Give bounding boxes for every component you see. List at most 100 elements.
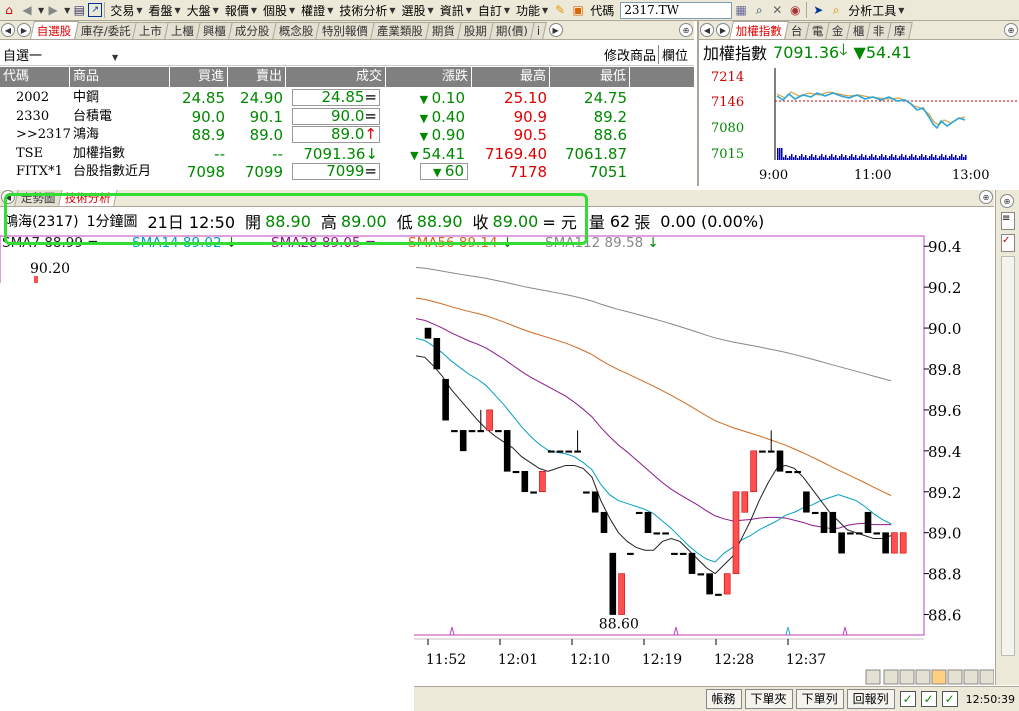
next-tab-icon[interactable]: ▶ — [17, 23, 31, 37]
menu-screener[interactable]: 選股 ▼ — [399, 1, 437, 20]
col-header-high[interactable]: 最高 — [472, 67, 550, 87]
home-icon[interactable]: ⌂ — [0, 2, 18, 19]
chart-tool-button[interactable] — [865, 669, 881, 685]
candle-body — [891, 532, 898, 554]
search-icon[interactable]: ⌕ — [750, 2, 768, 19]
prev-tab-icon[interactable]: ◀ — [700, 23, 714, 37]
cell-change: ▼ 0.10 — [392, 89, 468, 107]
chart-tool-button[interactable] — [963, 669, 979, 685]
vertical-scrollbar[interactable] — [1001, 256, 1015, 656]
clock: 12:50:39 — [965, 692, 1015, 706]
tab-msci[interactable]: 摩 — [886, 22, 912, 39]
chart-tool-button[interactable] — [931, 669, 947, 685]
list-icon[interactable]: ≡ — [1001, 212, 1015, 230]
zoom-icon[interactable]: ⊕ — [679, 23, 693, 37]
index-volume-bar — [959, 156, 961, 160]
forward-icon[interactable]: ▶ — [44, 2, 62, 19]
check-icon[interactable]: ✓ — [1001, 234, 1015, 252]
index-volume-bar — [845, 155, 847, 160]
order-folder-button[interactable]: 下單夾 — [744, 689, 793, 709]
chevron-down-icon: ▼ — [112, 53, 119, 62]
account-button[interactable]: 帳務 — [705, 689, 742, 709]
menu-label: 資訊 — [439, 3, 464, 18]
prev-tab-icon[interactable]: ◀ — [1, 23, 15, 37]
tab-industry[interactable]: 產業類股 — [370, 22, 431, 39]
chart-tool-button[interactable] — [915, 669, 931, 685]
menu-label: 功能 — [516, 3, 541, 18]
x-tick-label: 12:37 — [786, 652, 826, 668]
analysis-tools-menu[interactable]: 分析工具 ▼ — [845, 1, 907, 20]
index-volume-bar — [907, 158, 909, 160]
col-header-bid[interactable]: 買進 — [170, 67, 228, 87]
chart-tool-button[interactable] — [899, 669, 915, 685]
checkbox-icon[interactable]: ✓ — [941, 691, 958, 707]
back-icon[interactable]: ◀ — [18, 2, 36, 19]
tab-special[interactable]: 特別報價 — [315, 22, 376, 39]
menu-trade[interactable]: 交易 ▼ — [107, 1, 145, 20]
table-row[interactable]: 2002 中鋼 24.85 24.90 25.10 24.75 24.85= ▼ 0.10 — [0, 89, 694, 107]
candle-body — [697, 573, 705, 576]
col-header-ask[interactable]: 賣出 — [228, 67, 286, 87]
memo-icon[interactable]: ▣ — [569, 2, 587, 19]
col-header-name[interactable]: 商品 — [70, 67, 170, 87]
tab-more[interactable]: i — [530, 22, 548, 39]
zoom-icon[interactable]: ⊕ — [1004, 23, 1018, 37]
tab-components[interactable]: 成分股 — [228, 22, 277, 39]
menu-watch[interactable]: 看盤 ▼ — [145, 1, 183, 20]
checkbox-icon[interactable]: ✓ — [920, 691, 937, 707]
tab-inventory[interactable]: 庫存/委託 — [73, 22, 138, 39]
report-bar-button[interactable]: 回報列 — [846, 689, 895, 709]
pencil-icon[interactable]: ✎ — [551, 2, 569, 19]
tab-options[interactable]: 期(價) — [489, 22, 536, 39]
table-row[interactable]: FITX*1 台股指數近月 7098 7099 7178 7051 7099= ▼ 60 — [0, 163, 694, 181]
col-header-change[interactable]: 漲跌 — [386, 67, 472, 87]
group-select[interactable]: 自選一 ▼ — [3, 45, 163, 64]
cursor-icon[interactable]: ➤ — [809, 2, 827, 19]
modify-product-button[interactable]: 修改商品 — [602, 45, 659, 64]
order-bar-button[interactable]: 下單列 — [795, 689, 844, 709]
menu-stock[interactable]: 個股 ▼ — [260, 1, 298, 20]
index-volume-bar — [809, 156, 811, 160]
alert-icon[interactable]: ◉ — [786, 2, 804, 19]
zoom-icon[interactable]: ⊕ — [1000, 194, 1014, 208]
magnifier-icon[interactable]: ⌕ — [827, 2, 845, 19]
zoom-icon[interactable]: ⊕ — [979, 190, 993, 204]
column-settings-button[interactable]: 欄位 — [659, 45, 694, 64]
index-volume-bar — [813, 157, 815, 160]
menu-function[interactable]: 功能 ▼ — [513, 1, 551, 20]
menu-info[interactable]: 資訊 ▼ — [437, 1, 475, 20]
index-volume-bar — [937, 158, 939, 160]
scroll-tabs-icon[interactable]: ▶ — [548, 23, 563, 37]
next-tab-icon[interactable]: ▶ — [716, 23, 730, 37]
chart-tool-button[interactable] — [979, 669, 994, 685]
col-header-low[interactable]: 最低 — [550, 67, 630, 87]
menu-technical[interactable]: 技術分析 ▼ — [336, 1, 398, 20]
right-toolstrip: ⊕ ≡ ✓ — [995, 190, 1019, 685]
highlight-box — [4, 193, 588, 245]
print-icon[interactable]: ▤ — [70, 2, 88, 19]
code-input[interactable]: 2317.TW — [620, 1, 733, 19]
table-row[interactable]: 2330 台積電 90.0 90.1 90.9 89.2 90.0= ▼ 0.40 — [0, 107, 694, 126]
tools-icon[interactable]: ✕ — [768, 2, 786, 19]
menu-market[interactable]: 大盤 ▼ — [184, 1, 222, 20]
tab-watchlist[interactable]: 自選股 — [30, 21, 79, 39]
popout-icon[interactable]: ↗ — [88, 3, 103, 17]
tab-taiex[interactable]: 加權指數 — [729, 21, 789, 39]
table-row[interactable]: >>2317 鴻海 88.9 89.0 90.5 88.6 89.0↑ ▼ 0.90 — [0, 126, 694, 144]
menu-custom[interactable]: 自訂 ▼ — [475, 1, 513, 20]
cell-high: 7178 — [508, 163, 547, 181]
cell-name: 加權指數 — [73, 145, 126, 161]
cell-last: 90.0= — [292, 107, 380, 125]
menu-warrant[interactable]: 權證 ▼ — [298, 1, 336, 20]
table-row[interactable]: TSE 加權指數 -- -- 7169.40 7061.87 7091.36↓ ▼ 54.41 — [0, 145, 694, 163]
down-triangle-icon: ▼ — [419, 111, 432, 125]
quote-board-icon[interactable]: ▦ — [732, 2, 750, 19]
menu-quote[interactable]: 報價 ▼ — [222, 1, 260, 20]
tab-concept[interactable]: 概念股 — [272, 22, 321, 39]
chart-tool-button[interactable] — [947, 669, 963, 685]
checkbox-icon[interactable]: ✓ — [899, 691, 916, 707]
chart-tool-button[interactable] — [883, 669, 899, 685]
col-header-last[interactable]: 成交 — [286, 67, 386, 87]
col-header-code[interactable]: 代碼 — [0, 67, 70, 87]
index-volume-bar — [829, 156, 831, 160]
